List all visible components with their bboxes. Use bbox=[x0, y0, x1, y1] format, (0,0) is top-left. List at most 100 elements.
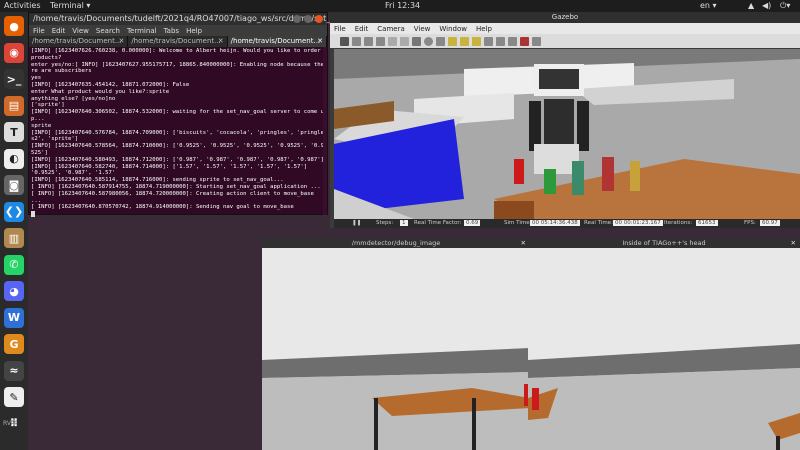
close-tab-icon[interactable]: ✕ bbox=[118, 37, 124, 45]
terminal-output[interactable]: [INFO] [1623407626.760238, 0.000000]: We… bbox=[29, 47, 327, 221]
terminal-tab[interactable]: /home/travis/Document... ✕ bbox=[29, 36, 129, 47]
gazebo-window[interactable]: Gazebo File Edit Camera View Window Help bbox=[330, 12, 800, 228]
terminal-menu-help[interactable]: Help bbox=[186, 27, 202, 35]
terminal-line: [INFO] [1623407640.306502, 18874.532000]… bbox=[31, 109, 324, 122]
close-tab-icon[interactable]: ✕ bbox=[317, 37, 323, 45]
chrome-icon[interactable]: ◉ bbox=[4, 42, 24, 63]
gazebo-3d-view[interactable] bbox=[334, 49, 800, 219]
language-indicator[interactable]: en ▾ bbox=[700, 1, 717, 10]
whatsapp-icon[interactable]: ✆ bbox=[4, 254, 24, 275]
select-tool-icon[interactable] bbox=[340, 36, 349, 46]
terminal-line: [INFO] [1623407640.582740, 18874.714000]… bbox=[31, 163, 308, 170]
system-monitor-icon[interactable]: ≈ bbox=[4, 360, 24, 381]
snap-icon[interactable] bbox=[520, 36, 529, 46]
rtf-value: 0.69 bbox=[464, 220, 481, 226]
terminal-window[interactable]: /home/travis/Documents/tudelft/2021q4/RO… bbox=[28, 12, 389, 218]
gazebo-menu-view[interactable]: View bbox=[414, 25, 431, 33]
biscuits-box bbox=[630, 161, 640, 191]
terminal-line: [ INFO] [1623407640.587914755, 18874.719… bbox=[31, 183, 321, 190]
text-editor-icon[interactable]: ✎ bbox=[4, 387, 24, 407]
iterations-value: 61653 bbox=[696, 220, 718, 226]
point-light-icon[interactable] bbox=[448, 36, 457, 46]
box-shape-icon[interactable] bbox=[412, 36, 421, 46]
debug-image-titlebar[interactable]: /mmdetector/debug_image ✕ bbox=[262, 238, 530, 248]
terminal-line: ['sprite'] bbox=[31, 102, 65, 109]
spot-light-icon[interactable] bbox=[460, 36, 469, 46]
terminal-menu-view[interactable]: View bbox=[72, 27, 89, 35]
translate-tool-icon[interactable] bbox=[352, 36, 361, 46]
close-icon[interactable]: ✕ bbox=[521, 238, 526, 248]
terminal-line: [INFO] [1623407635.454142, 18871.072000]… bbox=[31, 81, 190, 88]
okular-icon[interactable]: ◐ bbox=[4, 148, 24, 169]
gazebo-title: Gazebo bbox=[330, 12, 800, 23]
tiago-head-camera-window[interactable]: Inside of TIAGo++'s head ✕ bbox=[528, 238, 800, 450]
tiago-head-camera-titlebar[interactable]: Inside of TIAGo++'s head ✕ bbox=[528, 238, 800, 248]
rotate-tool-icon[interactable] bbox=[364, 36, 373, 46]
dock-footer-label: RVIZ bbox=[3, 420, 17, 427]
gazebo-menu-camera[interactable]: Camera bbox=[377, 25, 404, 33]
archive-icon[interactable]: ▥ bbox=[4, 228, 24, 248]
pause-button[interactable]: ❚❚ bbox=[352, 220, 361, 226]
firefox-icon[interactable]: ● bbox=[4, 16, 24, 36]
discord-icon[interactable]: ◕ bbox=[4, 281, 24, 301]
ubuntu-software-icon[interactable]: G bbox=[4, 334, 24, 354]
sim-time-value: 00 05:14:36.438 bbox=[530, 220, 580, 226]
terminal-line: enter yes/no:[ INFO] [1623407627.9551757… bbox=[31, 61, 324, 75]
cocacola-can bbox=[514, 159, 524, 184]
terminal-menu-edit[interactable]: Edit bbox=[52, 27, 66, 35]
typora-icon[interactable]: T bbox=[4, 122, 24, 142]
terminal-tab[interactable]: /home/travis/Document... ✕ bbox=[128, 36, 228, 47]
gazebo-toolbar bbox=[330, 34, 800, 48]
minimize-button[interactable] bbox=[293, 15, 301, 23]
directional-light-icon[interactable] bbox=[472, 36, 481, 46]
sphere-shape-icon[interactable] bbox=[424, 36, 433, 46]
terminal-scrollbar[interactable] bbox=[323, 47, 327, 215]
vscode-icon[interactable]: ❮❯ bbox=[4, 201, 24, 222]
terminal-tab[interactable]: /home/travis/Document... ✕ bbox=[227, 36, 327, 47]
fps-value: 60.97 bbox=[760, 220, 780, 226]
terminal-menu-file[interactable]: File bbox=[33, 27, 45, 35]
close-icon[interactable]: ✕ bbox=[791, 238, 796, 248]
debug-image-window[interactable]: /mmdetector/debug_image ✕ bbox=[262, 238, 530, 450]
screenshot-icon[interactable] bbox=[532, 36, 541, 46]
power-icon[interactable]: ⏻▾ bbox=[780, 1, 790, 11]
activities-button[interactable]: Activities bbox=[4, 1, 41, 10]
copy-icon[interactable] bbox=[484, 36, 493, 46]
terminal-line: yes bbox=[31, 75, 42, 82]
steps-value[interactable]: 1 bbox=[400, 220, 408, 226]
gazebo-menu-help[interactable]: Help bbox=[476, 25, 492, 33]
real-time-value: 00 00:01:23.167 bbox=[613, 220, 663, 226]
terminal-icon[interactable]: >_ bbox=[4, 69, 24, 89]
network-icon[interactable]: ▲ bbox=[748, 1, 754, 10]
terminal-titlebar[interactable]: /home/travis/Documents/tudelft/2021q4/RO… bbox=[29, 13, 389, 25]
app-menu[interactable]: Terminal ▾ bbox=[50, 1, 90, 10]
terminal-line: [INFO] [1623407640.580493, 18874.712000]… bbox=[31, 156, 324, 163]
clock[interactable]: Fri 12:34 bbox=[385, 1, 420, 10]
files-icon[interactable]: ▤ bbox=[4, 95, 24, 116]
close-tab-icon[interactable]: ✕ bbox=[218, 37, 224, 45]
terminal-tab-label: /home/travis/Document... bbox=[131, 37, 221, 45]
paste-icon[interactable] bbox=[496, 36, 505, 46]
terminal-line: [INFO] [1623407640.576784, 18874.709000]… bbox=[31, 129, 324, 143]
pringles2-can bbox=[602, 157, 614, 191]
terminal-line: [ INFO] [1623407640.587980056, 18874.720… bbox=[31, 190, 318, 204]
vpn-icon[interactable]: W bbox=[4, 307, 24, 328]
terminal-tabs: /home/travis/Document... ✕/home/travis/Do… bbox=[29, 36, 327, 47]
terminal-menu-search[interactable]: Search bbox=[96, 27, 120, 35]
close-button[interactable] bbox=[315, 15, 323, 23]
align-icon[interactable] bbox=[508, 36, 517, 46]
redo-icon[interactable] bbox=[400, 36, 409, 46]
cocacola-can bbox=[532, 388, 539, 410]
cylinder-shape-icon[interactable] bbox=[436, 36, 445, 46]
gazebo-menu-file[interactable]: File bbox=[334, 25, 346, 33]
undo-icon[interactable] bbox=[388, 36, 397, 46]
gazebo-menu-edit[interactable]: Edit bbox=[355, 25, 369, 33]
volume-icon[interactable]: ◀) bbox=[762, 1, 771, 10]
screenshot-icon[interactable]: ◙ bbox=[4, 175, 24, 195]
terminal-cursor bbox=[31, 211, 35, 218]
scale-tool-icon[interactable] bbox=[376, 36, 385, 46]
gazebo-menu-window[interactable]: Window bbox=[439, 25, 467, 33]
terminal-menu-terminal[interactable]: Terminal bbox=[127, 27, 157, 35]
terminal-menu-tabs[interactable]: Tabs bbox=[164, 27, 180, 35]
maximize-button[interactable] bbox=[304, 15, 312, 23]
